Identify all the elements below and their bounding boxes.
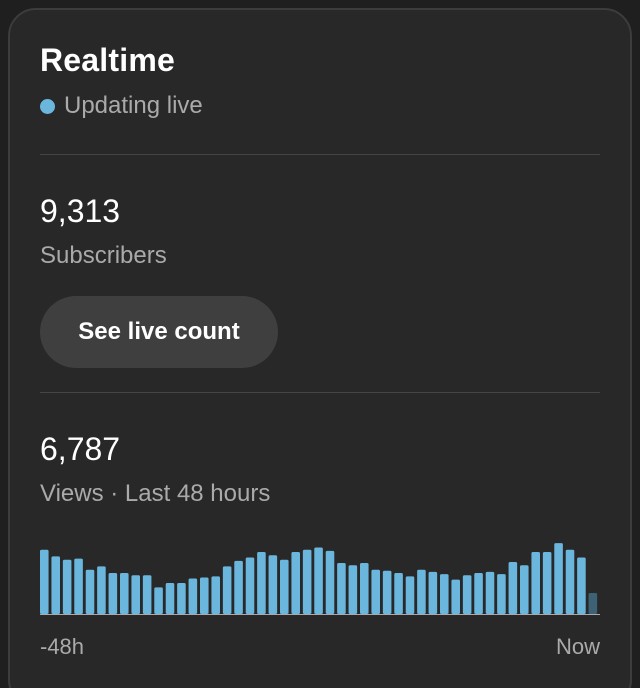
chart-bar[interactable] <box>520 565 529 614</box>
views-count: 6,787 <box>40 431 121 467</box>
chart-bar[interactable] <box>348 565 358 614</box>
card-title: Realtime <box>40 42 175 78</box>
chart-bar[interactable] <box>394 573 403 614</box>
chart-bar[interactable] <box>280 559 289 614</box>
chart-bar[interactable] <box>268 555 278 614</box>
chart-bar[interactable] <box>325 550 335 614</box>
chart-bar[interactable] <box>360 563 369 614</box>
chart-bar[interactable] <box>142 575 152 614</box>
chart-bar[interactable] <box>542 551 552 614</box>
chart-bar[interactable] <box>154 587 163 614</box>
chart-bar[interactable] <box>588 592 598 614</box>
chart-bar[interactable] <box>211 576 220 614</box>
chart-bar[interactable] <box>508 561 518 614</box>
chart-bar[interactable] <box>497 574 506 614</box>
chart-bar[interactable] <box>337 563 346 614</box>
chart-bar[interactable] <box>314 547 323 614</box>
chart-bar[interactable] <box>451 579 460 614</box>
views-bar-chart[interactable] <box>40 540 600 616</box>
chart-bar[interactable] <box>302 549 312 614</box>
chart-bar[interactable] <box>257 551 266 614</box>
chart-bar[interactable] <box>577 557 586 614</box>
chart-bar[interactable] <box>565 549 575 614</box>
live-dot-icon <box>40 98 55 114</box>
chart-bar[interactable] <box>371 569 380 614</box>
views-label: Views · Last 48 hours <box>40 480 271 507</box>
chart-bar[interactable] <box>62 559 72 614</box>
chart-bar[interactable] <box>291 551 300 614</box>
chart-end-label: Now <box>555 634 600 659</box>
chart-bar[interactable] <box>554 543 563 614</box>
chart-bar[interactable] <box>200 577 209 614</box>
chart-bar[interactable] <box>108 573 118 614</box>
chart-start-label: -48h <box>40 634 85 659</box>
chart-bar[interactable] <box>474 573 483 614</box>
subscriber-count: 9,313 <box>40 193 121 229</box>
chart-bar[interactable] <box>485 571 495 614</box>
chart-bar[interactable] <box>417 569 426 614</box>
chart-bar[interactable] <box>531 551 540 614</box>
chart-bar[interactable] <box>51 556 60 614</box>
subscriber-label: Subscribers <box>40 242 167 269</box>
chart-bar[interactable] <box>74 558 83 614</box>
chart-bar[interactable] <box>97 566 106 614</box>
chart-bar[interactable] <box>440 574 449 614</box>
chart-bar[interactable] <box>177 582 186 614</box>
chart-bar[interactable] <box>462 575 472 614</box>
live-status: Updating live <box>40 91 203 121</box>
chart-bar[interactable] <box>120 573 129 614</box>
divider <box>40 154 600 155</box>
chart-bar[interactable] <box>188 578 198 614</box>
chart-bar[interactable] <box>405 576 415 614</box>
chart-bar[interactable] <box>428 571 438 614</box>
divider <box>40 392 600 393</box>
live-status-label: Updating live <box>64 92 203 119</box>
chart-bar[interactable] <box>85 569 95 614</box>
chart-bar[interactable] <box>131 575 140 614</box>
see-live-count-button[interactable]: See live count <box>40 296 278 368</box>
chart-bar[interactable] <box>382 570 392 614</box>
page: Realtime Updating live 9,313 Subscribers… <box>0 0 640 688</box>
chart-bar[interactable] <box>40 549 49 614</box>
chart-bar[interactable] <box>245 557 255 614</box>
chart-bar[interactable] <box>234 560 243 614</box>
chart-bar[interactable] <box>222 566 232 614</box>
chart-bar[interactable] <box>165 582 175 614</box>
